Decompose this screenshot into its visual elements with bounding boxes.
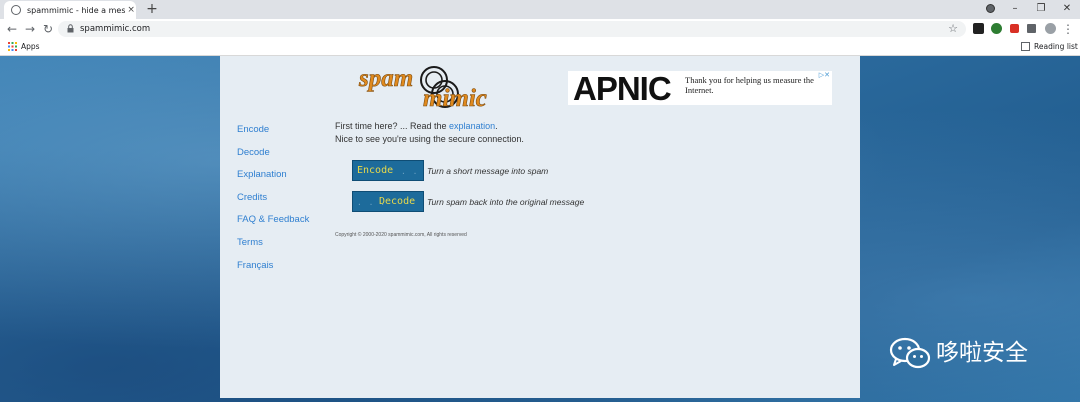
tab-title: spammimic - hide a message in spam	[27, 5, 126, 15]
bookmark-star-icon[interactable]: ☆	[948, 21, 958, 37]
wechat-icon	[889, 337, 931, 369]
logo-mimic-text: mimic	[423, 85, 487, 110]
decode-button-label: Decode	[379, 196, 416, 207]
extension-icon[interactable]	[973, 23, 984, 34]
encode-description: Turn a short message into spam	[427, 166, 549, 176]
encode-button[interactable]: Encode . . .	[352, 160, 424, 181]
globe-icon	[11, 5, 21, 15]
encode-button-label: Encode	[357, 165, 394, 176]
wechat-watermark: 哆啦安全	[888, 334, 1058, 374]
apps-grid-icon[interactable]	[8, 42, 17, 51]
explanation-link[interactable]: explanation	[449, 121, 495, 131]
apps-bookmark[interactable]: Apps	[21, 41, 40, 53]
browser-menu-button[interactable]: ⋮	[1061, 21, 1075, 37]
nav-link-credits[interactable]: Credits	[237, 192, 267, 204]
tab-strip: spammimic - hide a message in spam × + –…	[0, 0, 1080, 19]
copyright-text: Copyright © 2000-2020 spammimic.com, All…	[335, 232, 467, 238]
nav-link-decode[interactable]: Decode	[237, 147, 270, 159]
ad-brand-logo: APNIC	[573, 71, 672, 105]
nav-link-encode[interactable]: Encode	[237, 124, 269, 136]
content-panel	[220, 56, 860, 398]
tab-close-icon[interactable]: ×	[126, 5, 136, 15]
back-button[interactable]: ←	[5, 21, 19, 37]
intro-prefix: First time here? ... Read the	[335, 121, 450, 131]
logo-spam-text: spam	[358, 65, 413, 92]
intro-line-1: First time here? ... Read the explanatio…	[335, 120, 524, 133]
nav-link-francais[interactable]: Français	[237, 260, 273, 272]
spammimic-logo[interactable]: spam mimic	[357, 62, 507, 110]
encode-button-dots: . . .	[401, 167, 419, 176]
new-tab-button[interactable]: +	[145, 1, 159, 17]
lock-icon	[67, 24, 74, 33]
decode-button[interactable]: . . . Decode	[352, 191, 424, 212]
restore-button[interactable]: ❐	[1030, 1, 1052, 17]
extensions-puzzle-icon[interactable]	[1027, 24, 1036, 33]
close-window-button[interactable]: ✕	[1056, 1, 1078, 17]
profile-avatar-icon[interactable]	[1045, 23, 1056, 34]
bookmarks-bar: Apps Reading list	[0, 39, 1080, 56]
url-text: spammimic.com	[80, 24, 151, 34]
minimize-button[interactable]: –	[1004, 1, 1026, 17]
intro-line-2: Nice to see you're using the secure conn…	[335, 134, 524, 144]
tab-spammimic[interactable]: spammimic - hide a message in spam ×	[4, 1, 136, 19]
watermark-text: 哆啦安全	[936, 340, 1028, 366]
intro-suffix: .	[495, 121, 498, 131]
extension-red-icon[interactable]	[1010, 24, 1019, 33]
nav-link-terms[interactable]: Terms	[237, 237, 263, 249]
browser-toolbar: ← → ↻ spammimic.com ☆ ⋮	[0, 19, 1080, 39]
nav-link-faq-feedback[interactable]: FAQ & Feedback	[237, 214, 309, 226]
decode-description: Turn spam back into the original message	[427, 197, 585, 207]
intro-text: First time here? ... Read the explanatio…	[335, 120, 524, 146]
apnic-ad-banner[interactable]: APNIC Thank you for helping us measure t…	[568, 71, 832, 105]
media-control-icon[interactable]	[986, 4, 995, 13]
reading-list-icon[interactable]	[1021, 42, 1030, 51]
address-bar[interactable]: spammimic.com ☆	[58, 21, 966, 37]
ad-text: Thank you for helping us measure the Int…	[685, 75, 814, 95]
adchoices-icon[interactable]: ▷✕	[819, 71, 830, 79]
reload-button[interactable]: ↻	[41, 21, 55, 37]
forward-button[interactable]: →	[23, 21, 37, 37]
reading-list-link[interactable]: Reading list	[1034, 41, 1078, 53]
nav-link-explanation[interactable]: Explanation	[237, 169, 287, 181]
extension-green-icon[interactable]	[991, 23, 1002, 34]
